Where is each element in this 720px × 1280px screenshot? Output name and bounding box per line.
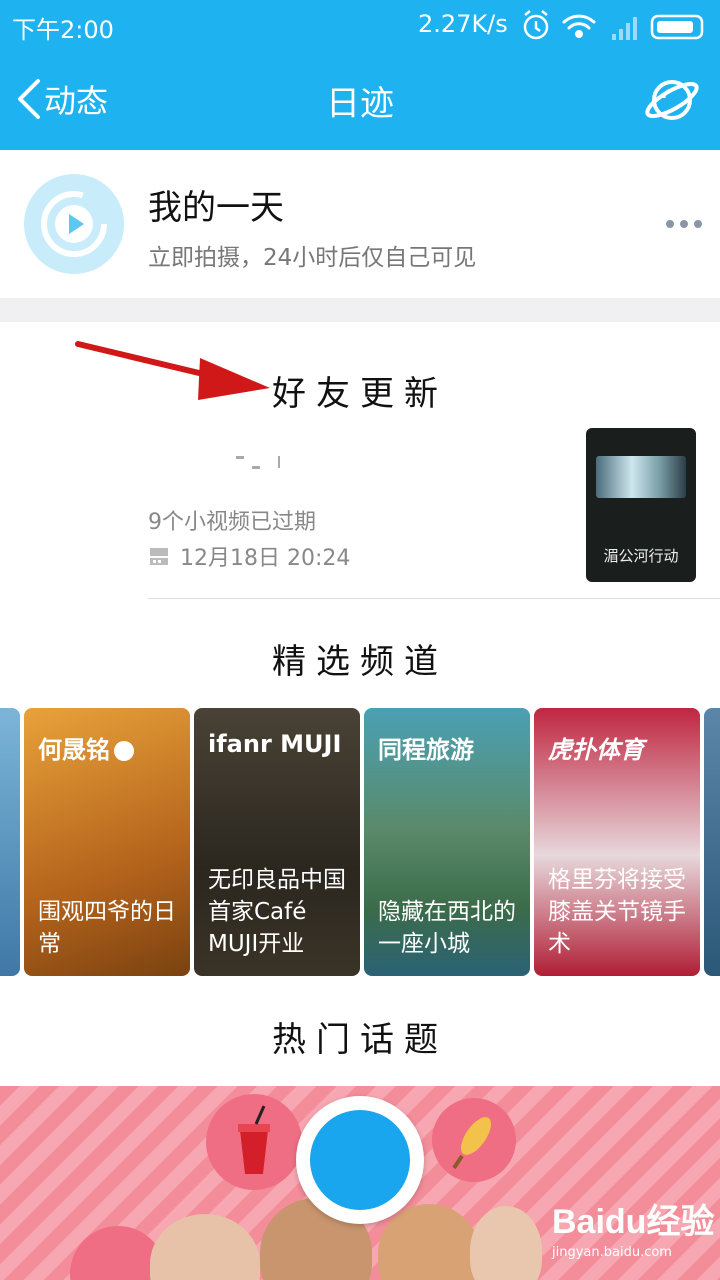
my-day-avatar bbox=[24, 174, 124, 274]
shoot-button[interactable] bbox=[296, 1096, 424, 1224]
snack-sticker bbox=[432, 1098, 516, 1182]
hot-topics-heading: 热门话题 bbox=[272, 1020, 448, 1060]
friend-update-item[interactable]: 9个小视频已过期 12月18日 20:24 湄公河行动 bbox=[0, 420, 720, 600]
battery-icon bbox=[650, 14, 704, 40]
network-speed: 2.27K/s bbox=[418, 10, 508, 38]
play-camera-icon bbox=[41, 191, 107, 257]
channel-brand: ifanr MUJI bbox=[208, 730, 342, 758]
redacted-mark bbox=[252, 466, 260, 469]
thumbnail-caption: 湄公河行动 bbox=[603, 547, 679, 565]
banner-person bbox=[378, 1204, 480, 1280]
signal-icon bbox=[612, 17, 637, 40]
channel-card[interactable]: ifanr MUJI 无印良品中国首家Café MUJI开业 bbox=[194, 708, 360, 976]
app-header: 下午2:00 2.27K/s 动态 日迹 bbox=[0, 0, 720, 150]
video-thumbnail[interactable]: 湄公河行动 bbox=[586, 428, 696, 582]
channel-brand: 虎扑体育 bbox=[548, 736, 644, 764]
channels-heading: 精选频道 bbox=[272, 642, 448, 682]
shoot-button-core bbox=[310, 1110, 410, 1210]
verified-icon bbox=[114, 741, 134, 761]
channel-card-partial-right[interactable] bbox=[704, 708, 720, 976]
section-gap bbox=[0, 298, 720, 322]
channel-text: 隐藏在西北的一座小城 bbox=[378, 899, 516, 957]
update-date: 12月18日 20:24 bbox=[148, 540, 350, 572]
alarm-icon bbox=[523, 10, 549, 40]
status-bar: 下午2:00 2.27K/s bbox=[0, 0, 720, 50]
status-icons bbox=[523, 10, 704, 40]
friend-updates-heading: 好友更新 bbox=[272, 374, 448, 414]
nav-bar: 动态 日迹 bbox=[0, 50, 720, 150]
drink-icon bbox=[238, 1105, 270, 1174]
channel-card-partial-left[interactable] bbox=[0, 708, 20, 976]
channel-brand: 何晟铭 bbox=[38, 730, 134, 765]
planet-icon[interactable] bbox=[642, 72, 702, 128]
my-day-title: 我的一天 bbox=[148, 188, 284, 228]
my-day-row[interactable]: 我的一天 立即拍摄，24小时后仅自己可见 bbox=[0, 150, 720, 298]
wifi-icon bbox=[562, 14, 596, 38]
channel-card[interactable]: 虎扑体育 格里芬将接受膝盖关节镜手术 bbox=[534, 708, 700, 976]
divider bbox=[148, 598, 720, 599]
archive-icon bbox=[150, 548, 168, 565]
watermark: Baidu经验 jingyan.baidu.com bbox=[552, 1194, 714, 1260]
channel-text: 格里芬将接受膝盖关节镜手术 bbox=[548, 867, 686, 957]
channel-card[interactable]: 何晟铭 围观四爷的日常 bbox=[24, 708, 190, 976]
page-title: 日迹 bbox=[326, 84, 394, 124]
channel-card[interactable]: 同程旅游 隐藏在西北的一座小城 bbox=[364, 708, 530, 976]
banner-person bbox=[470, 1206, 542, 1280]
corn-icon bbox=[452, 1117, 492, 1170]
redacted-name bbox=[236, 456, 244, 459]
watermark-brand: Baidu经验 bbox=[552, 1203, 715, 1241]
channel-text: 围观四爷的日常 bbox=[38, 899, 176, 957]
channel-carousel[interactable]: 何晟铭 围观四爷的日常 ifanr MUJI 无印良品中国首家Café MUJI… bbox=[0, 708, 720, 978]
more-icon[interactable] bbox=[664, 214, 704, 234]
banner-person bbox=[150, 1214, 260, 1280]
expired-text: 9个小视频已过期 bbox=[148, 510, 316, 535]
redacted-mark bbox=[278, 456, 280, 468]
status-time: 下午2:00 bbox=[12, 16, 114, 44]
drink-sticker bbox=[206, 1094, 302, 1190]
channel-text: 无印良品中国首家Café MUJI开业 bbox=[208, 867, 346, 957]
thumbnail-image bbox=[596, 456, 686, 498]
watermark-url: jingyan.baidu.com bbox=[552, 1245, 672, 1260]
my-day-subtitle: 立即拍摄，24小时后仅自己可见 bbox=[148, 245, 477, 271]
channel-brand: 同程旅游 bbox=[378, 736, 474, 764]
update-date-text: 12月18日 20:24 bbox=[180, 546, 351, 571]
